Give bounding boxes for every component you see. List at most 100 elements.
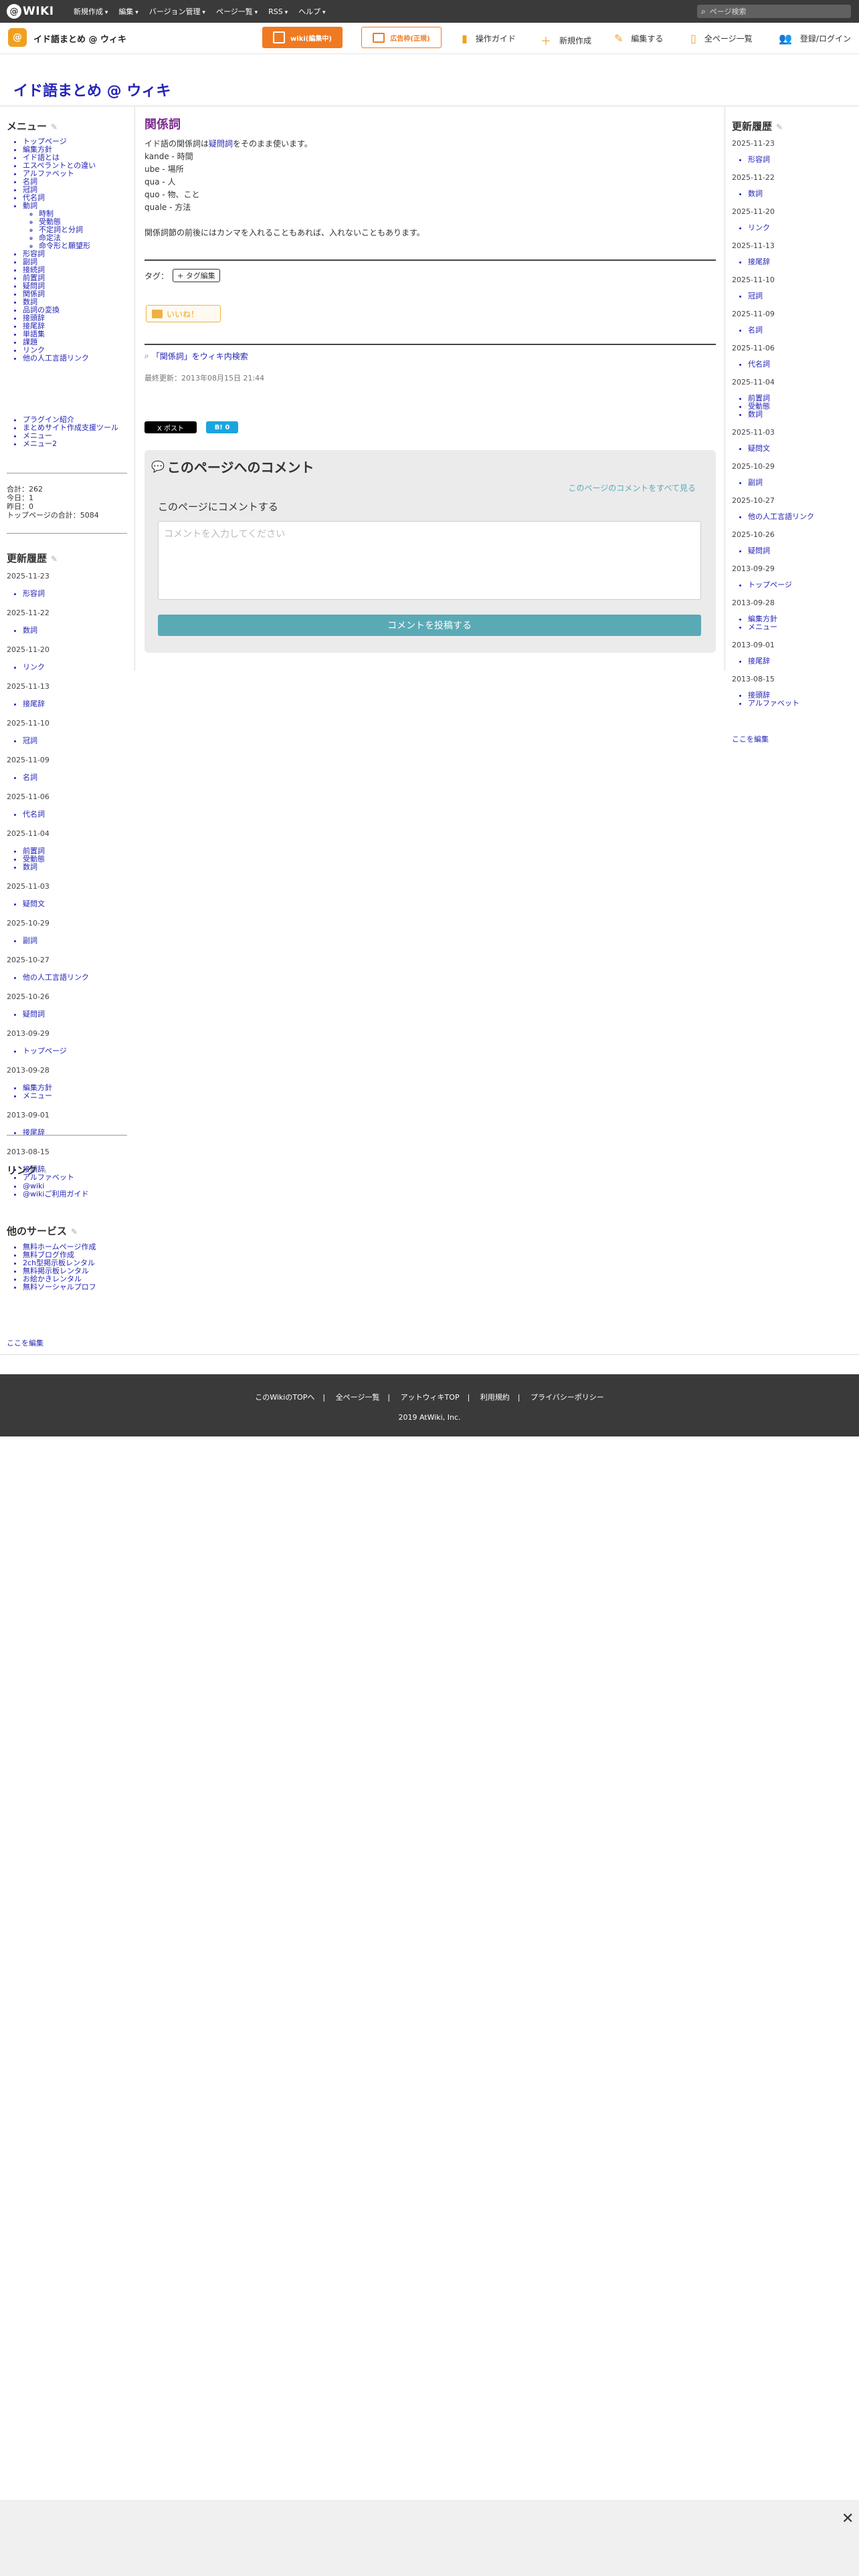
recent-item[interactable]: 疑問文 (748, 445, 856, 453)
menu-item[interactable]: 関係詞 (23, 290, 143, 298)
site-icon[interactable]: @ (8, 28, 27, 47)
recent-item[interactable]: 代名詞 (748, 360, 856, 368)
menu-help[interactable]: ヘルプ (298, 6, 325, 17)
recent-item[interactable]: 数詞 (748, 411, 856, 419)
links-heading: リンク ✎ (7, 1164, 48, 1176)
recent-item[interactable]: 他の人工言語リンク (23, 974, 130, 982)
recent-date: 2013-09-28 (7, 1066, 50, 1075)
recent-item[interactable]: 形容詞 (748, 156, 856, 164)
ad-frame-icon (373, 32, 385, 43)
recent-item[interactable]: 接尾辞 (748, 657, 856, 665)
wiki-search-link[interactable]: ⌕ 「関係詞」をウィキ内検索 (145, 350, 248, 362)
recent-item[interactable]: トップページ (748, 581, 856, 589)
footer-link[interactable]: このWikiのTOPへ (255, 1393, 314, 1402)
login-button[interactable]: 👥 登録/ログイン (779, 32, 851, 45)
wiki-title[interactable]: イド語まとめ @ ウィキ (13, 79, 171, 100)
recent-date: 2025-10-27 (732, 496, 775, 505)
new-page-button[interactable]: ＋新規作成 (541, 32, 591, 48)
recent-date: 2025-11-20 (732, 207, 775, 216)
book-icon: ▮ (462, 32, 468, 45)
all-pages-button[interactable]: ▯ 全ページ一覧 (690, 32, 753, 45)
footer-link[interactable]: アットウィキTOP (401, 1393, 460, 1402)
edit-frame-icon (273, 31, 286, 43)
interrogative-link[interactable]: 疑問詞 (209, 139, 233, 148)
footer-link[interactable]: プライバシーポリシー (531, 1393, 604, 1402)
recent-item[interactable]: リンク (23, 663, 130, 671)
menu-version[interactable]: バージョン管理 (149, 6, 205, 17)
edit-page-button[interactable]: ✎ 編集する (614, 32, 663, 45)
x-post-button[interactable]: X ポスト (145, 421, 197, 433)
right-edit-here-link[interactable]: ここを編集 (732, 734, 769, 744)
recent-item[interactable]: メニュー (23, 1092, 130, 1100)
recent-item[interactable]: 疑問詞 (23, 1010, 130, 1018)
recent-item[interactable]: 数詞 (23, 863, 130, 871)
recent-item[interactable]: 数詞 (748, 190, 856, 198)
recent-item[interactable]: 接尾辞 (23, 1129, 130, 1137)
recent-item[interactable]: リンク (748, 224, 856, 232)
edit-pencil-icon[interactable]: ✎ (71, 1227, 78, 1237)
recent-item[interactable]: 冠詞 (748, 292, 856, 300)
footer-link[interactable]: 利用規約 (480, 1393, 510, 1402)
edit-pencil-icon[interactable]: ✎ (776, 122, 783, 132)
recent-item[interactable]: 名詞 (748, 326, 856, 334)
menu-edit[interactable]: 編集 (118, 6, 138, 17)
menu-item[interactable]: 他の人工言語リンク (23, 354, 143, 362)
body-line: kande - 時間 (145, 152, 193, 161)
search-icon[interactable]: ⌕ (701, 7, 706, 17)
recent-item[interactable]: 数詞 (23, 627, 130, 635)
recent-item[interactable]: 形容詞 (23, 590, 130, 598)
recent-item[interactable]: 名詞 (23, 774, 130, 782)
guide-button[interactable]: ▮ 操作ガイド (462, 32, 516, 45)
view-all-comments-link[interactable]: このページのコメントをすべて見る (569, 482, 696, 494)
submenu-item[interactable]: 命令形と願望形 (39, 242, 143, 250)
recent-item[interactable]: 受動態 (23, 855, 130, 863)
link-item[interactable]: @wikiご利用ガイド (23, 1190, 143, 1198)
tag-edit-button[interactable]: + タグ編集 (173, 269, 220, 282)
content-divider (145, 344, 716, 345)
edit-pencil-icon[interactable]: ✎ (41, 1166, 47, 1176)
page-search-input[interactable] (708, 6, 838, 17)
recent-item[interactable]: 受動態 (748, 403, 856, 411)
recent-item[interactable]: 疑問文 (23, 900, 130, 908)
recent-date: 2025-11-10 (732, 276, 775, 284)
recent-item[interactable]: 副詞 (748, 479, 856, 487)
recent-item[interactable]: 代名詞 (23, 811, 130, 819)
recent-item[interactable]: 他の人工言語リンク (748, 513, 856, 521)
menu-item[interactable]: 動詞 時制 受動態 不定詞と分詞 命定法 命令形と願望形 (23, 202, 143, 250)
left-edit-here-link[interactable]: ここを編集 (7, 1337, 43, 1348)
ad-button[interactable]: 広告枠(正規) (361, 27, 442, 48)
recent-item[interactable]: メニュー (748, 623, 856, 631)
edit-pencil-icon[interactable]: ✎ (51, 554, 58, 564)
comment-textarea[interactable] (158, 521, 701, 600)
close-icon[interactable]: ✕ (842, 2510, 854, 2527)
recent-item[interactable]: 接尾辞 (23, 700, 130, 708)
menu-item[interactable]: 代名詞 (23, 194, 143, 202)
recent-item[interactable]: トップページ (23, 1047, 130, 1055)
site-name-link[interactable]: イド語まとめ @ ウィキ (33, 32, 126, 45)
wiki-editing-button[interactable]: wiki(編集中) (262, 27, 343, 48)
menu-item[interactable]: 形容詞 (23, 250, 143, 258)
menu-pagelist[interactable]: ページ一覧 (216, 6, 258, 17)
recent-item[interactable]: 冠詞 (23, 737, 130, 745)
recent-item[interactable]: 副詞 (23, 937, 130, 945)
like-button[interactable]: いいね！ (146, 305, 221, 322)
service-item[interactable]: 無料ソーシャルプロフ (23, 1283, 143, 1291)
hatena-bookmark-button[interactable]: B! 0 (206, 421, 238, 433)
recent-item[interactable]: 接尾辞 (748, 258, 856, 266)
menu-item[interactable]: メニュー2 (23, 440, 143, 448)
footer-link[interactable]: 全ページ一覧 (336, 1393, 380, 1402)
links-list: @wiki @wikiご利用ガイド (7, 1182, 143, 1198)
recent-item[interactable]: 疑問詞 (748, 547, 856, 555)
menu-item[interactable]: アルファベット (23, 170, 143, 178)
body-line: qua - 人 (145, 177, 176, 187)
menu-item[interactable]: 名詞 (23, 178, 143, 186)
recent-item[interactable]: アルファベット (748, 700, 856, 708)
menu-rss[interactable]: RSS (268, 7, 288, 16)
recent-items: 接尾辞 (732, 258, 856, 266)
atwiki-logo[interactable]: @ WIKI (7, 3, 54, 19)
menu-new[interactable]: 新規作成 (74, 6, 108, 17)
menu-item[interactable]: 単語集 (23, 330, 143, 338)
edit-pencil-icon[interactable]: ✎ (51, 122, 58, 132)
post-comment-button[interactable]: コメントを投稿する (158, 615, 701, 636)
recent-date: 2025-11-04 (732, 378, 775, 387)
